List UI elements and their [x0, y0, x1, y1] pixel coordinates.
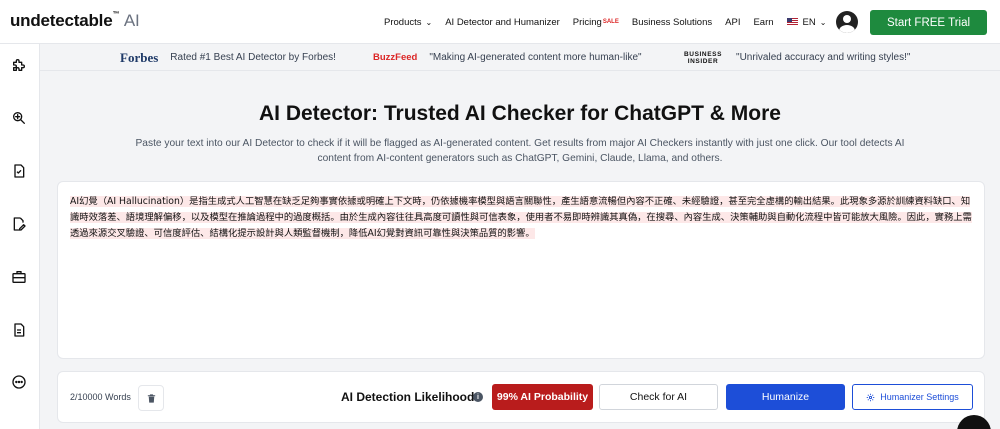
briefcase-icon[interactable]	[10, 268, 28, 286]
forbes-press: Forbes Rated #1 Best AI Detector by Forb…	[120, 44, 336, 71]
bi-line2: INSIDER	[687, 57, 719, 65]
buzzfeed-logo: BuzzFeed	[373, 52, 418, 63]
page-subtitle: Paste your text into our AI Detector to …	[135, 138, 905, 164]
humanizer-settings-label: Humanizer Settings	[880, 392, 959, 402]
nav-business[interactable]: Business Solutions	[632, 17, 712, 28]
ai-probability-badge: 99% AI Probability	[492, 384, 593, 410]
document-check-icon[interactable]	[10, 162, 28, 180]
brand-logo[interactable]: undetectable™ AI	[10, 11, 140, 31]
chevron-down-icon: ⌄	[819, 17, 827, 27]
brand-tm: ™	[112, 11, 120, 18]
language-label: EN	[802, 16, 816, 28]
document-icon[interactable]	[10, 321, 28, 339]
check-for-ai-button[interactable]: Check for AI	[599, 384, 718, 410]
nav-detector[interactable]: AI Detector and Humanizer	[445, 17, 560, 28]
nav-links: Products ⌄ AI Detector and Humanizer Pri…	[384, 0, 839, 44]
us-flag-icon	[786, 18, 798, 26]
clear-text-button[interactable]	[138, 385, 164, 411]
forbes-quote: Rated #1 Best AI Detector by Forbes!	[170, 52, 336, 63]
language-selector[interactable]: EN ⌄	[786, 16, 827, 28]
humanizer-settings-button[interactable]: Humanizer Settings	[852, 384, 973, 410]
nav-pricing[interactable]: Pricing SALE	[573, 17, 619, 28]
buzzfeed-quote: "Making AI-generated content more human-…	[429, 52, 642, 63]
nav-business-label: Business Solutions	[631, 16, 713, 28]
forbes-logo: Forbes	[120, 49, 159, 65]
info-icon[interactable]: i	[473, 392, 483, 402]
business-insider-press: BUSINESS INSIDER "Unrivaled accuracy and…	[684, 44, 910, 71]
detection-likelihood-label: AI Detection Likelihood	[341, 390, 475, 404]
humanize-button[interactable]: Humanize	[726, 384, 845, 410]
detection-toolbar: 2/10000 Words AI Detection Likelihood i …	[57, 371, 985, 423]
nav-api[interactable]: API	[725, 17, 740, 28]
press-bar: Forbes Rated #1 Best AI Detector by Forb…	[40, 44, 1000, 71]
word-count: 2/10000 Words	[70, 392, 131, 402]
ai-flagged-segment: 由於生成內容往往具高度可讀性與可信表象，使用者不易即時辨識其真偽，在搜尋、內容生…	[339, 212, 907, 223]
sidebar	[0, 44, 40, 429]
page-title: AI Detector: Trusted AI Checker for Chat…	[259, 102, 781, 125]
nav-api-label: API	[725, 16, 741, 28]
nav-detector-label: AI Detector and Humanizer	[445, 16, 560, 28]
editor-content[interactable]: AI幻覺（AI Hallucination）是指生成式人工智慧在缺乏足夠事實依據…	[70, 194, 974, 242]
user-avatar-icon[interactable]	[836, 11, 858, 33]
nav-pricing-label: Pricing	[572, 16, 602, 28]
search-zoom-icon[interactable]	[10, 109, 28, 127]
bi-line1: BUSINESS	[684, 50, 723, 58]
puzzle-icon[interactable]	[10, 56, 28, 74]
chevron-down-icon: ⌄	[425, 17, 433, 27]
top-navbar: undetectable™ AI Products ⌄ AI Detector …	[0, 0, 1000, 44]
document-edit-icon[interactable]	[10, 215, 28, 233]
brand-name: undetectable	[10, 11, 113, 30]
sale-badge: SALE	[602, 19, 619, 25]
more-icon[interactable]	[10, 373, 28, 391]
ai-flagged-segment: AI幻覺（AI Hallucination）是指生成式人工智慧在缺乏足夠事實依據…	[70, 196, 562, 207]
trash-icon	[147, 393, 155, 403]
ai-flagged-segment: 產生語意流暢但內容不正確、未經驗證，甚至完全虛構的輸出結果。	[561, 196, 840, 207]
gear-icon	[866, 393, 875, 401]
nav-products-label: Products	[384, 16, 422, 28]
buzzfeed-press: BuzzFeed "Making AI-generated content mo…	[373, 44, 642, 71]
nav-products[interactable]: Products ⌄	[384, 17, 432, 28]
brand-suffix: AI	[123, 11, 140, 30]
nav-earn-label: Earn	[753, 16, 774, 28]
text-input-area[interactable]: AI幻覺（AI Hallucination）是指生成式人工智慧在缺乏足夠事實依據…	[57, 181, 985, 359]
start-free-trial-button[interactable]: Start FREE Trial	[870, 10, 987, 35]
business-insider-quote: "Unrivaled accuracy and writing styles!"	[736, 52, 911, 63]
business-insider-logo: BUSINESS INSIDER	[684, 51, 722, 65]
nav-earn[interactable]: Earn	[753, 17, 773, 28]
